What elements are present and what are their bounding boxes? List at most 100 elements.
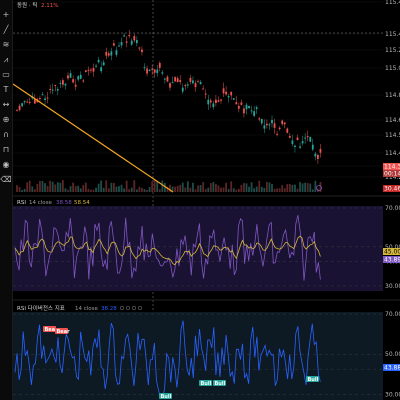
candle-body (56, 89, 59, 91)
candle-body (250, 110, 253, 112)
candle-body (18, 105, 21, 111)
zoom-icon[interactable]: ⊕ (1, 115, 11, 125)
volume-bar (253, 188, 256, 192)
volume-bar (54, 184, 57, 192)
volume-bar (207, 187, 210, 192)
candle-body (44, 98, 46, 101)
volume-bar (105, 180, 108, 192)
volume-bar (107, 188, 110, 192)
volume-bar (72, 182, 74, 192)
volume-bar (110, 182, 113, 192)
volume-bar (158, 189, 161, 192)
volume-bar (95, 187, 97, 192)
divergence-band (13, 312, 383, 400)
symbol-change: 2.11% (41, 3, 58, 9)
text-icon[interactable]: T (1, 85, 11, 95)
volume-bar (62, 180, 64, 192)
eye-icon[interactable]: ◉ (1, 160, 11, 170)
osc-level-label: 30.00 (385, 283, 400, 290)
volume-bar (16, 185, 18, 192)
volume-bar (311, 189, 314, 192)
divergence-tag: 43.88 (383, 364, 400, 372)
volume-bar (258, 180, 261, 192)
rsi-axis[interactable]: 70.0050.0040.0030.0045.0043.89 (383, 205, 400, 290)
volume-bar (56, 182, 59, 192)
volume-bar (100, 180, 103, 192)
volume-bar (276, 188, 278, 192)
volume-bar (125, 180, 128, 192)
volume-bar (304, 182, 307, 192)
price-tick-label: 114.60 (385, 117, 400, 124)
trend-line-icon[interactable]: ╱ (1, 25, 11, 35)
pattern-icon[interactable]: ⩘ (1, 55, 11, 65)
rsi-tag-a: 45.00 (383, 248, 400, 256)
trash-icon[interactable]: ⌫ (0, 175, 11, 185)
candle-body (130, 40, 133, 45)
bull-badge: Bull (306, 376, 319, 383)
svg-text:45.00: 45.00 (384, 249, 400, 256)
volume-bar (123, 188, 125, 192)
volume-bar (67, 189, 69, 192)
candle-body (255, 107, 258, 109)
candle-body (21, 103, 23, 107)
magnet-icon[interactable]: ∩ (1, 130, 11, 140)
candle-body (28, 102, 31, 104)
volume-bar (217, 185, 220, 192)
price-tick-label: 114.40 (385, 150, 400, 157)
svg-text:114.30: 114.30 (384, 164, 400, 171)
volume-bar (33, 189, 36, 192)
volume-bar (21, 189, 23, 192)
candle-body (314, 153, 317, 157)
candle-body (204, 93, 207, 95)
candle-body (202, 88, 205, 90)
candle-body (209, 100, 212, 103)
volume-bar (202, 182, 205, 192)
volume-bar (192, 182, 194, 192)
rsi-pane[interactable]: RSI 14 close 38.58 58.54 70.0050.0040.00… (13, 200, 400, 291)
lock-icon[interactable]: ⊓ (1, 145, 11, 155)
volume-bar (237, 188, 240, 192)
candle-body (194, 83, 197, 88)
candle-body (125, 41, 128, 43)
volume-bar (84, 182, 87, 192)
volume-bar (176, 185, 179, 192)
candle-body (67, 75, 69, 79)
volume-bar (41, 181, 44, 192)
svg-text:Bull: Bull (201, 381, 212, 387)
volume-bar (250, 182, 253, 192)
candle-body (69, 73, 72, 78)
candle-body (59, 82, 62, 84)
volume-bar (301, 183, 304, 192)
candle-body (166, 76, 169, 82)
candle-body (77, 76, 80, 80)
rsi-band (13, 206, 383, 291)
candle-body (248, 105, 250, 109)
candle-body (271, 119, 273, 124)
divergence-pane[interactable]: BearBearBullBull BullBull RSI 다이버전스 지표 14… (13, 304, 400, 400)
measure-icon[interactable]: ↔ (1, 100, 11, 110)
candle-body (179, 79, 182, 82)
volume-bar (74, 186, 77, 192)
volume-bar (232, 188, 235, 192)
divergence-eye-icons[interactable] (119, 305, 143, 311)
volume-bar (314, 180, 317, 192)
rectangle-icon[interactable]: ▭ (1, 70, 11, 80)
candle-body (317, 154, 319, 160)
divergence-axis[interactable]: 70.0050.0040.0030.0043.88 (383, 311, 400, 399)
volume-bar (151, 181, 154, 192)
candle-body (268, 124, 271, 126)
volume-bar (194, 189, 197, 192)
candle-body (301, 141, 304, 144)
volume-bar (59, 182, 62, 192)
volume-bar (120, 184, 123, 192)
crosshair-icon[interactable]: + (1, 10, 11, 20)
candle-body (62, 80, 64, 85)
candle-body (225, 91, 227, 95)
fib-icon[interactable]: ≋ (1, 40, 11, 50)
volume-bar (146, 189, 148, 192)
candle-body (16, 109, 18, 111)
candle-body (156, 69, 159, 74)
volume-bar (186, 181, 189, 192)
svg-text:Bull: Bull (215, 381, 226, 387)
candle-body (151, 68, 154, 70)
